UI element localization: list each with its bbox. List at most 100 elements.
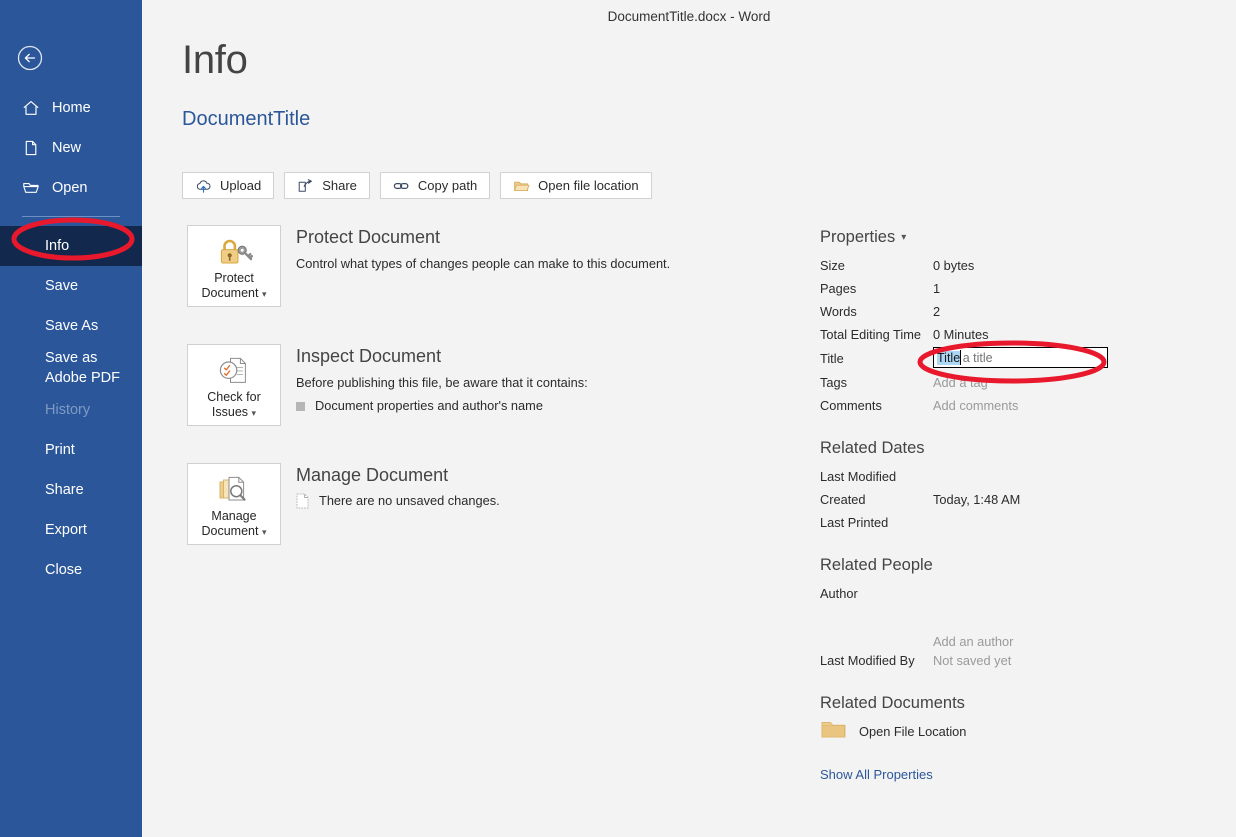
sidebar-item-close[interactable]: Close	[0, 550, 142, 590]
add-author-row[interactable]: Add an author	[820, 605, 1150, 649]
property-value: Add a tag	[933, 375, 988, 390]
tile-label: Protect Document ▾	[202, 271, 267, 302]
sidebar-item-label: Open	[52, 180, 88, 196]
backstage-sidebar: Home New Open Info Save Save As Save as …	[0, 0, 142, 837]
button-label: Upload	[220, 178, 262, 193]
property-row-words: Words 2	[820, 300, 1150, 323]
property-row-title: Title Title	[820, 346, 1150, 371]
inspect-bullet-item: Document properties and author's name	[296, 398, 588, 413]
property-key: Comments	[820, 398, 882, 413]
button-label: Share	[322, 178, 357, 193]
page-icon	[22, 139, 40, 157]
open-folder-icon	[513, 178, 530, 193]
tile-label-line2: Document	[201, 286, 259, 300]
tile-label-line1: Manage	[211, 509, 257, 523]
sidebar-item-save-as-adobe-pdf[interactable]: Save as Adobe PDF	[0, 346, 142, 390]
manage-document-icon	[215, 473, 253, 506]
sidebar-item-label: Close	[45, 562, 83, 578]
related-date-row-last-printed: Last Printed	[820, 511, 1150, 534]
property-value: Add comments	[933, 398, 1019, 413]
share-button[interactable]: Share	[284, 172, 370, 199]
home-icon	[22, 99, 40, 117]
copy-path-button[interactable]: Copy path	[379, 172, 491, 199]
manage-status-row: There are no unsaved changes.	[296, 493, 500, 512]
sidebar-item-label: Save	[45, 278, 79, 294]
back-arrow-icon	[17, 45, 43, 71]
properties-heading[interactable]: Properties ▾	[820, 228, 1150, 247]
unsaved-doc-icon	[296, 493, 309, 512]
manage-document-tile[interactable]: Manage Document ▾	[187, 463, 281, 545]
sidebar-nav: Home New Open Info Save Save As Save as …	[0, 88, 142, 590]
related-date-row-created: Created Today, 1:48 AM	[820, 488, 1150, 511]
check-for-issues-tile[interactable]: Check for Issues ▾	[187, 344, 281, 426]
property-value: 1	[933, 281, 941, 296]
property-key: Tags	[820, 375, 848, 390]
sidebar-item-new[interactable]: New	[0, 128, 142, 168]
property-key: Words	[820, 304, 857, 319]
tile-label: Manage Document ▾	[202, 509, 267, 540]
last-modified-by-row: Last Modified By Not saved yet	[820, 649, 1150, 672]
link-icon	[393, 178, 410, 193]
upload-button[interactable]: Upload	[182, 172, 275, 199]
add-author-label: Add an author	[933, 634, 1014, 649]
chevron-down-icon: ▾	[261, 527, 267, 537]
sidebar-item-export[interactable]: Export	[0, 510, 142, 550]
bullet-label: Document properties and author's name	[315, 398, 543, 413]
manage-document-body: Manage Document There are no unsaved cha…	[296, 463, 500, 545]
sidebar-item-label: Print	[45, 442, 75, 458]
property-row-comments[interactable]: Comments Add comments	[820, 394, 1150, 417]
share-arrow-icon	[297, 178, 314, 193]
sidebar-item-label: Home	[52, 100, 91, 116]
sidebar-divider	[22, 216, 120, 217]
sidebar-item-label: Info	[45, 238, 70, 254]
open-file-location-link[interactable]: Open File Location	[820, 718, 1150, 745]
sidebar-item-info[interactable]: Info	[0, 226, 142, 266]
sidebar-item-label: Share	[45, 482, 84, 498]
property-key: Total Editing Time	[820, 327, 921, 342]
chevron-down-icon: ▾	[901, 232, 907, 243]
property-row-tags[interactable]: Tags Add a tag	[820, 371, 1150, 394]
sidebar-item-share[interactable]: Share	[0, 470, 142, 510]
sidebar-item-save[interactable]: Save	[0, 266, 142, 306]
related-people-section: Related People Author Add an author Last…	[820, 556, 1150, 672]
property-key: Last Modified	[820, 469, 897, 484]
chevron-down-icon: ▾	[261, 289, 267, 299]
sidebar-item-history: History	[0, 390, 142, 430]
related-dates-section: Related Dates Last Modified Created Toda…	[820, 439, 1150, 534]
section-title: Inspect Document	[296, 346, 442, 366]
button-label: Copy path	[417, 178, 478, 193]
property-key: Created	[820, 492, 866, 507]
property-key: Last Modified By	[820, 653, 915, 668]
section-description: Before publishing this file, be aware th…	[296, 375, 588, 390]
show-all-properties-link[interactable]: Show All Properties	[820, 767, 1150, 782]
properties-heading-label: Properties	[820, 228, 896, 246]
folder-icon	[22, 179, 40, 197]
protect-document-tile[interactable]: Protect Document ▾	[187, 225, 281, 307]
properties-panel: Properties ▾ Size 0 bytes Pages 1 Words …	[820, 228, 1150, 782]
open-file-location-button[interactable]: Open file location	[500, 172, 652, 199]
tile-label-line2: Document	[201, 524, 259, 538]
sidebar-item-home[interactable]: Home	[0, 88, 142, 128]
related-documents-section: Related Documents Open File Location Sho…	[820, 694, 1150, 782]
back-button[interactable]	[17, 45, 43, 71]
text-cursor	[960, 350, 962, 365]
window-title: DocumentTitle.docx - Word	[607, 9, 771, 24]
property-row-pages: Pages 1	[820, 277, 1150, 300]
manage-status-label: There are no unsaved changes.	[319, 493, 500, 508]
property-key: Last Printed	[820, 515, 889, 530]
section-title: Manage Document	[296, 465, 449, 485]
sidebar-item-save-as[interactable]: Save As	[0, 306, 142, 346]
property-row-total-editing-time: Total Editing Time 0 Minutes	[820, 323, 1150, 346]
sidebar-item-label: Save as Adobe PDF	[45, 350, 120, 386]
related-dates-heading: Related Dates	[820, 439, 925, 457]
padlock-key-icon	[215, 235, 253, 268]
folder-icon	[820, 718, 848, 745]
cloud-upload-icon	[195, 178, 212, 193]
sidebar-item-open[interactable]: Open	[0, 168, 142, 208]
sidebar-item-print[interactable]: Print	[0, 430, 142, 470]
property-key: Author	[820, 586, 858, 601]
square-bullet-icon	[296, 402, 305, 411]
section-description: Control what types of changes people can…	[296, 256, 671, 271]
property-value: 0 bytes	[933, 258, 975, 273]
property-value: Not saved yet	[933, 653, 1012, 668]
